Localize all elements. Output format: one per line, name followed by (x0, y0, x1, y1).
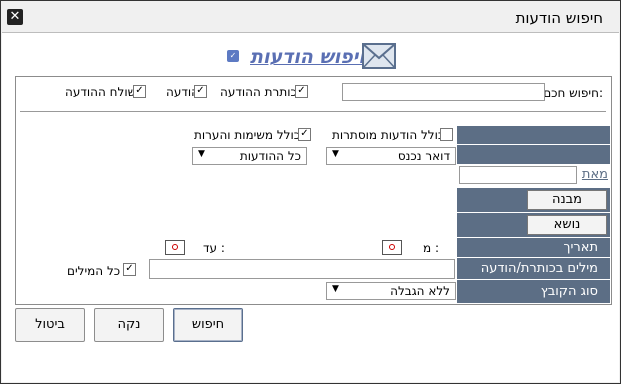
date-row: תאריך (457, 237, 610, 257)
include-hidden-label: כולל הודעות מוסתרות (332, 128, 445, 142)
date-to-label: עד : (203, 241, 225, 255)
option-sender-label: שולח ההודעה (65, 85, 137, 99)
from-input[interactable] (459, 166, 577, 184)
dialog-heading: ✓ חיפוש הודעות (222, 43, 402, 73)
date-label: תאריך (563, 240, 598, 255)
heading-dropdown-icon[interactable]: ✓ (227, 50, 239, 62)
structure-row: מבנה (457, 187, 610, 212)
cancel-button[interactable]: ביטול (15, 308, 85, 342)
close-icon[interactable]: ✕ (7, 9, 23, 25)
words-label: מילים בכותרת/הודעה (480, 261, 598, 276)
search-panel: חיפוש חכם: כותרת ההודעה ✓ הודעה ✓ שולח ה… (15, 76, 612, 305)
file-type-select[interactable]: ללא הגבלה ▼ (326, 282, 456, 300)
search-button[interactable]: חיפוש (173, 308, 243, 342)
calendar-from-icon[interactable] (382, 240, 402, 255)
structure-button[interactable]: מבנה (527, 190, 607, 210)
heading-title: חיפוש הודעות (250, 46, 372, 68)
file-type-value: ללא הגבלה (390, 284, 450, 298)
file-type-row: סוג הקובץ (457, 279, 610, 303)
smart-search-input[interactable] (342, 83, 545, 101)
clear-button[interactable]: נקה (94, 308, 164, 342)
sidebar-row-blank-1 (457, 125, 610, 144)
divider (20, 111, 606, 112)
smart-search-label: חיפוש חכם: (543, 86, 603, 100)
option-title-checkbox[interactable]: ✓ (295, 85, 308, 98)
message-filter-select[interactable]: כל ההודעות ▼ (192, 147, 307, 165)
include-tasks-label: כולל משימות והערות (194, 128, 301, 142)
subject-button[interactable]: נושא (527, 215, 607, 235)
chevron-down-icon: ▼ (332, 284, 339, 294)
include-hidden-checkbox[interactable] (440, 128, 453, 141)
dialog-content: ✓ חיפוש הודעות חיפוש חכם: כותרת ההודעה ✓… (2, 33, 619, 382)
all-words-checkbox[interactable]: ✓ (123, 263, 136, 276)
file-type-label: סוג הקובץ (540, 284, 598, 299)
search-messages-dialog: חיפוש הודעות ✕ ✓ חיפוש הודעות חיפוש חכם:… (0, 0, 621, 384)
folder-select-value: דואר נכנס (397, 149, 450, 163)
calendar-to-icon[interactable] (165, 240, 185, 255)
subject-row: נושא (457, 212, 610, 237)
title-bar: חיפוש הודעות ✕ (2, 2, 619, 33)
window-title: חיפוש הודעות (515, 9, 603, 27)
date-from-label: מ : (423, 241, 440, 255)
option-title-label: כותרת ההודעה (220, 85, 297, 99)
words-input[interactable] (149, 259, 455, 279)
from-row: מאת (457, 163, 610, 187)
option-message-checkbox[interactable]: ✓ (194, 85, 207, 98)
sidebar-row-blank-2 (457, 144, 610, 163)
words-row: מילים בכותרת/הודעה (457, 257, 610, 279)
envelope-icon (362, 43, 396, 69)
criteria-sidebar: מאת מבנה נושא תאריך מילים בכותרת/הודעה ס… (457, 125, 610, 303)
chevron-down-icon: ▼ (332, 149, 339, 159)
chevron-down-icon: ▼ (198, 149, 205, 159)
option-sender-checkbox[interactable]: ✓ (133, 85, 146, 98)
folder-select[interactable]: דואר נכנס ▼ (326, 147, 456, 165)
include-tasks-checkbox[interactable]: ✓ (298, 128, 311, 141)
from-link[interactable]: מאת (582, 167, 608, 182)
all-words-label: כל המילים (67, 264, 121, 278)
message-filter-value: כל ההודעות (239, 149, 301, 163)
